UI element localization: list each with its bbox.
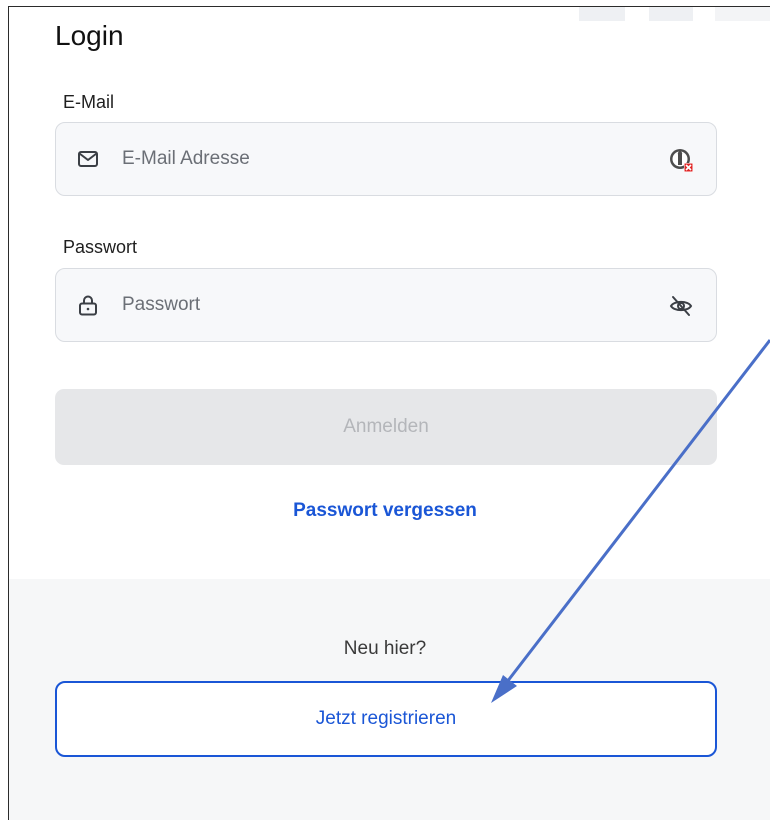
page-title: Login xyxy=(55,20,124,51)
password-label: Passwort xyxy=(63,237,138,257)
email-input[interactable] xyxy=(122,123,642,195)
email-label: E-Mail xyxy=(63,92,115,112)
password-manager-blocked-icon[interactable] xyxy=(668,147,694,173)
new-here-text: Neu hier? xyxy=(343,638,427,659)
background-tab-shape xyxy=(715,7,770,21)
background-tab-shape xyxy=(649,7,693,21)
email-field[interactable] xyxy=(55,122,717,196)
login-button[interactable]: Anmelden xyxy=(55,389,717,465)
lock-icon xyxy=(79,295,97,316)
password-field[interactable] xyxy=(55,268,717,342)
forgot-password-link[interactable]: Passwort vergessen xyxy=(0,500,770,522)
password-input[interactable] xyxy=(122,269,642,341)
envelope-icon xyxy=(78,151,98,167)
eye-slash-icon[interactable] xyxy=(668,293,694,319)
register-button[interactable]: Jetzt registrieren xyxy=(55,681,717,757)
background-tab-shape xyxy=(579,7,625,21)
